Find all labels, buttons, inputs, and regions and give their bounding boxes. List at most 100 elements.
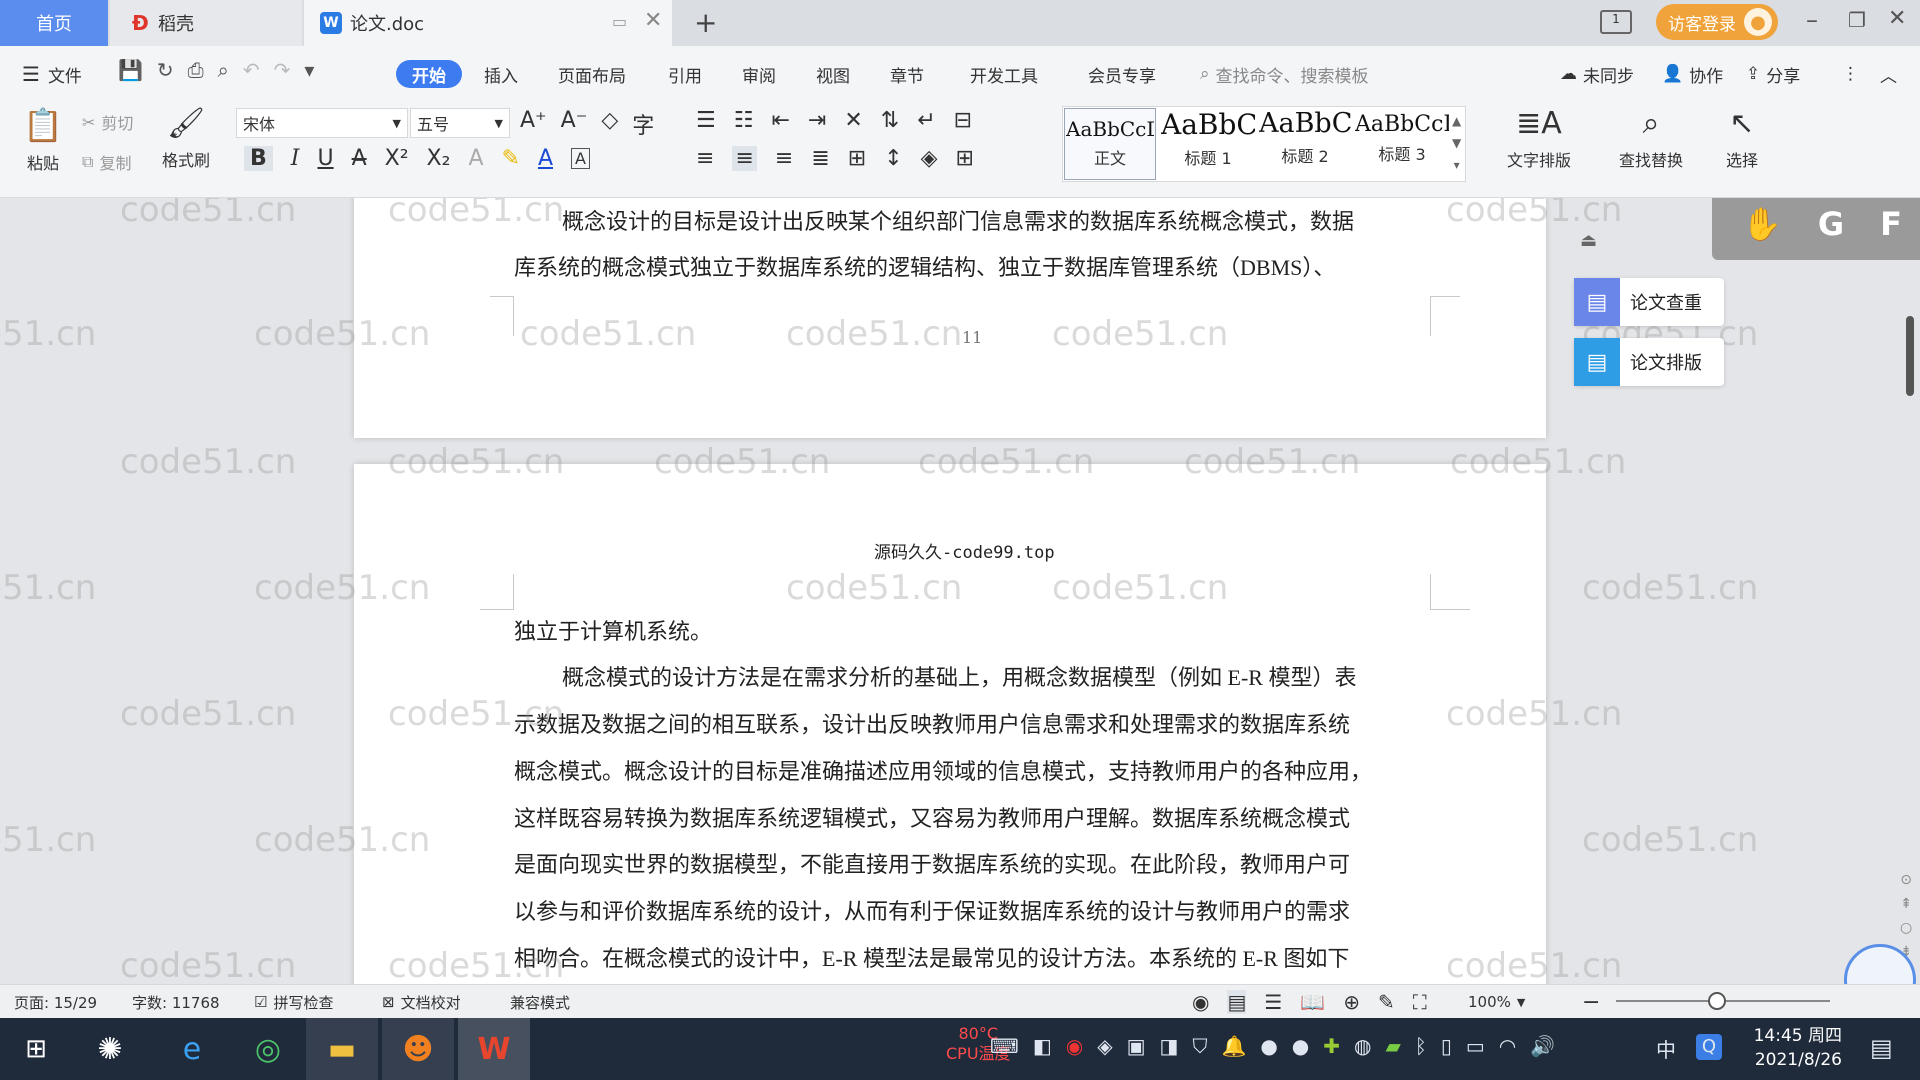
show-marks-icon[interactable]: ↵ (917, 108, 935, 133)
tray-app-icon[interactable]: ◧ (1033, 1034, 1052, 1058)
restore-icon[interactable]: ❐ (1848, 8, 1866, 32)
tab-pin-icon[interactable]: ▭ (612, 12, 627, 31)
export-icon[interactable]: ↻ (157, 58, 174, 82)
panel-collapse-icon[interactable]: ⏏ (1580, 230, 1597, 251)
tray-app-icon[interactable]: ▣ (1127, 1034, 1146, 1058)
read-view-icon[interactable]: 📖 (1300, 990, 1325, 1014)
float-g-button[interactable]: G (1818, 205, 1844, 243)
tray-app-icon[interactable]: ◍ (1354, 1034, 1371, 1058)
style-normal[interactable]: AaBbCcDd 正文 (1064, 108, 1156, 180)
align-center-icon[interactable]: ≡ (732, 146, 757, 171)
start-icon[interactable]: ⊞ (0, 1018, 72, 1080)
undo-icon[interactable]: ↶ (243, 58, 260, 82)
tab-close-icon[interactable]: ✕ (644, 8, 662, 33)
clock[interactable]: 14:45 周四 2021/8/26 (1750, 1024, 1842, 1072)
quick-more-icon[interactable]: ▾ (304, 58, 314, 82)
numbered-list-icon[interactable]: ☷ (734, 108, 754, 133)
volume-icon[interactable]: 🔊 (1530, 1034, 1555, 1058)
shading-icon[interactable]: ◈ (921, 146, 938, 171)
pinwheel-app-icon[interactable]: ✺ (74, 1018, 146, 1080)
nvidia-icon[interactable]: ▰ (1385, 1034, 1400, 1058)
copy-button[interactable]: ⧉ 复制 (82, 150, 131, 174)
select-button[interactable]: ↖ 选择 (1712, 106, 1772, 171)
style-heading1[interactable]: AaBbC 标题 1 (1160, 108, 1256, 180)
document-canvas[interactable]: 概念设计的目标是设计出反映某个组织部门信息需求的数据库系统概念模式，数据 库系统… (0, 198, 1920, 984)
text-effect-icon[interactable]: A (468, 146, 483, 171)
paper-check-button[interactable]: ▤ 论文查重 (1574, 278, 1724, 326)
menu-view[interactable]: 视图 (816, 60, 850, 88)
paste-button[interactable]: 📋 粘贴 (16, 106, 70, 174)
wifi-icon[interactable]: ◠ (1499, 1034, 1516, 1058)
distribute-icon[interactable]: ⊞ (848, 146, 866, 171)
word-count[interactable]: 字数: 11768 (132, 990, 220, 1014)
more-menu-icon[interactable]: ⋮ (1842, 60, 1859, 88)
cut-button[interactable]: ✂ 剪切 (82, 110, 133, 134)
bell-icon[interactable]: 🔔 (1221, 1034, 1246, 1058)
wps-taskbar-icon[interactable]: W (458, 1018, 530, 1080)
vertical-scrollbar-thumb[interactable] (1906, 316, 1914, 396)
justify-icon[interactable]: ≣ (811, 146, 829, 171)
menu-review[interactable]: 审阅 (742, 60, 776, 88)
menu-developer[interactable]: 开发工具 (970, 60, 1038, 88)
menu-page-layout[interactable]: 页面布局 (558, 60, 626, 88)
bold-icon[interactable]: B (244, 146, 273, 171)
ime-indicator[interactable]: 中 (1656, 1034, 1676, 1063)
menu-references[interactable]: 引用 (668, 60, 702, 88)
spell-check-button[interactable]: ☑ 拼写检查 (254, 990, 333, 1014)
eye-protect-icon[interactable]: ◉ (1192, 990, 1209, 1014)
preview-icon[interactable]: ⌕ (218, 58, 229, 82)
tray-app-icon[interactable]: ✚ (1323, 1034, 1340, 1058)
underline-icon[interactable]: U (317, 146, 333, 171)
write-view-icon[interactable]: ✎ (1378, 990, 1395, 1014)
style-gallery-scroll[interactable]: ▲ ▼ ▾ (1452, 110, 1461, 176)
bullet-list-icon[interactable]: ☰ (696, 108, 716, 133)
ninja-app-icon[interactable]: ☻ (382, 1018, 454, 1080)
outline-view-icon[interactable]: ☰ (1264, 990, 1282, 1014)
font-color-icon[interactable]: A (538, 146, 553, 171)
menu-member[interactable]: 会员专享 (1088, 60, 1156, 88)
line-spacing-icon[interactable]: ↕ (884, 146, 902, 171)
shield-icon[interactable]: ⛉ (1192, 1034, 1207, 1058)
web-view-icon[interactable]: ⊕ (1343, 990, 1360, 1014)
borders-icon[interactable]: ⊞ (956, 146, 974, 171)
highlight-icon[interactable]: ✎ (502, 146, 520, 171)
minimize-icon[interactable]: – (1806, 6, 1818, 34)
collapse-ribbon-icon[interactable]: ︿ (1880, 60, 1897, 88)
redo-icon[interactable]: ↷ (274, 58, 291, 82)
battery-icon[interactable]: ▭ (1466, 1034, 1485, 1058)
qq-icon[interactable]: Q (1696, 1034, 1722, 1060)
browser-icon[interactable]: ◎ (232, 1018, 304, 1080)
save-icon[interactable]: 💾 (118, 58, 143, 82)
tab-ruler-icon[interactable]: ⊟ (954, 108, 972, 133)
chinese-layout-icon[interactable]: ✕ (844, 108, 862, 133)
subscript-icon[interactable]: X₂ (427, 146, 451, 171)
fit-page-icon[interactable]: ⛶ (1413, 990, 1427, 1014)
char-border-icon[interactable]: A (571, 148, 590, 169)
tab-document[interactable]: W 论文.doc ▭ ✕ (304, 0, 672, 46)
window-close-icon[interactable]: ✕ (1888, 6, 1906, 31)
menu-chapter[interactable]: 章节 (890, 60, 924, 88)
ie-icon[interactable]: e (156, 1018, 228, 1080)
file-menu[interactable]: ☰ 文件 (22, 60, 82, 88)
sync-button[interactable]: ☁ 未同步 (1560, 60, 1634, 88)
tray-app-icon[interactable]: ◉ (1066, 1034, 1083, 1058)
style-heading2[interactable]: AaBbC 标题 2 (1258, 108, 1352, 180)
text-layout-button[interactable]: ≣A 文字排版 (1494, 106, 1584, 171)
sort-icon[interactable]: ⇅ (881, 108, 899, 133)
tray-app-icon[interactable]: ● (1292, 1034, 1309, 1058)
menu-insert[interactable]: 插入 (484, 60, 518, 88)
new-tab-button[interactable]: + (694, 6, 717, 39)
collab-button[interactable]: 👤 协作 (1662, 60, 1723, 88)
indent-icon[interactable]: ⇥ (808, 108, 826, 133)
style-heading3[interactable]: AaBbCcI 标题 3 (1354, 108, 1450, 180)
float-f-button[interactable]: F (1880, 205, 1902, 243)
grow-font-icon[interactable]: A⁺ (520, 108, 547, 140)
zoom-slider-handle[interactable] (1708, 992, 1726, 1010)
file-explorer-icon[interactable]: ▬ (306, 1018, 378, 1080)
tray-app-icon[interactable]: ◈ (1097, 1034, 1112, 1058)
format-painter-button[interactable]: 🖌 格式刷 (162, 106, 210, 171)
tab-home[interactable]: 首页 (0, 0, 108, 46)
font-name-select[interactable]: 宋体 ▼ (236, 108, 408, 138)
align-right-icon[interactable]: ≡ (775, 146, 793, 171)
page-indicator[interactable]: 页面: 15/29 (14, 990, 97, 1014)
